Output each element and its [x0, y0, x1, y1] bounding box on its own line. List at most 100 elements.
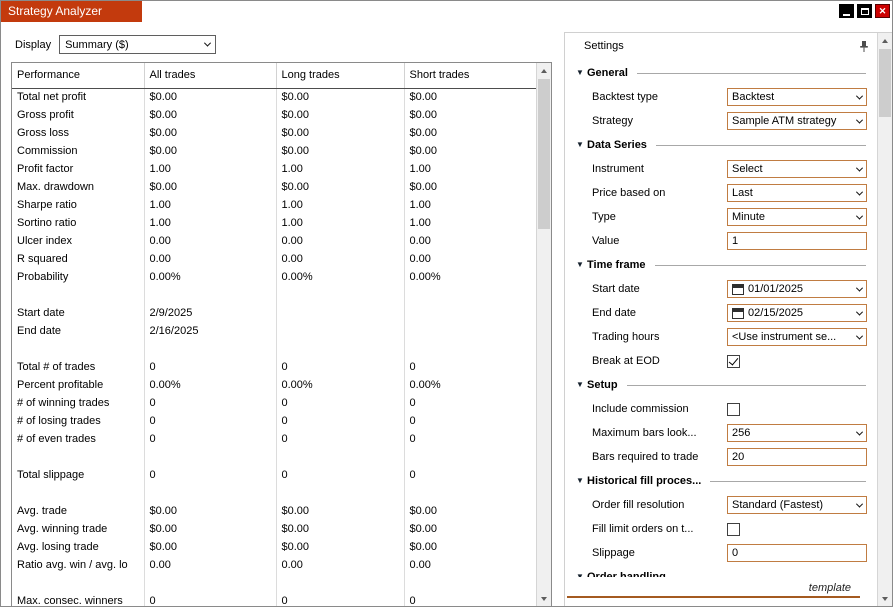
- close-icon: ✕: [879, 7, 887, 16]
- display-dropdown[interactable]: Summary ($): [59, 35, 216, 54]
- table-row: Total net profit$0.00$0.00$0.00: [12, 88, 536, 106]
- pin-icon[interactable]: [859, 40, 869, 53]
- row-value: 1.00: [404, 214, 536, 232]
- row-label: End date: [12, 322, 144, 340]
- break-at-eod-checkbox[interactable]: [727, 355, 740, 368]
- row-label: Sortino ratio: [12, 214, 144, 232]
- row-label: Probability: [12, 268, 144, 286]
- scrollbar-thumb[interactable]: [879, 49, 891, 117]
- setting-row-end-date: End date02/15/2025: [565, 301, 877, 325]
- order-fill-resolution-dropdown[interactable]: Standard (Fastest): [727, 496, 867, 514]
- trading-hours-dropdown[interactable]: <Use instrument se...: [727, 328, 867, 346]
- maximize-button[interactable]: [857, 4, 872, 18]
- row-label: Avg. winning trade: [12, 520, 144, 538]
- row-value: 0.00: [144, 250, 276, 268]
- close-button[interactable]: ✕: [875, 4, 890, 18]
- row-value: 1.00: [276, 214, 404, 232]
- row-label: Avg. trade: [12, 502, 144, 520]
- scroll-up-button[interactable]: [537, 63, 551, 78]
- type-dropdown[interactable]: Minute: [727, 208, 867, 226]
- table-row: End date2/16/2025: [12, 322, 536, 340]
- setting-label: Fill limit orders on t...: [592, 523, 727, 535]
- strategy-dropdown[interactable]: Sample ATM strategy: [727, 112, 867, 130]
- row-value: $0.00: [404, 124, 536, 142]
- bottom-divider: [567, 596, 860, 598]
- row-value: [276, 304, 404, 322]
- performance-table-body: Total net profit$0.00$0.00$0.00Gross pro…: [12, 88, 536, 607]
- row-label: Gross loss: [12, 124, 144, 142]
- table-scrollbar[interactable]: [536, 63, 551, 606]
- minimize-button[interactable]: [839, 4, 854, 18]
- table-row: Avg. winning trade$0.00$0.00$0.00: [12, 520, 536, 538]
- row-value: 0: [144, 358, 276, 376]
- maximum-bars-look-dropdown[interactable]: 256: [727, 424, 867, 442]
- row-value: $0.00: [404, 106, 536, 124]
- collapse-triangle-icon[interactable]: ▼: [576, 573, 587, 577]
- setting-row-start-date: Start date01/01/2025: [565, 277, 877, 301]
- row-label: Profit factor: [12, 160, 144, 178]
- table-header-row: Performance All trades Long trades Short…: [12, 63, 536, 88]
- table-row: # of winning trades000: [12, 394, 536, 412]
- row-value: $0.00: [276, 178, 404, 196]
- arrow-up-icon: [882, 39, 888, 43]
- scroll-down-button[interactable]: [537, 591, 551, 606]
- collapse-triangle-icon[interactable]: ▼: [576, 69, 587, 77]
- row-label: [12, 484, 144, 502]
- row-value: $0.00: [276, 142, 404, 160]
- bars-required-to-trade-input[interactable]: [727, 448, 867, 466]
- table-row: Commission$0.00$0.00$0.00: [12, 142, 536, 160]
- dropdown-value: Select: [732, 163, 852, 175]
- value-input[interactable]: [727, 232, 867, 250]
- collapse-triangle-icon[interactable]: ▼: [576, 477, 587, 485]
- chevron-down-icon: [856, 164, 863, 171]
- settings-scrollbar[interactable]: [877, 33, 892, 606]
- start-date-dropdown[interactable]: 01/01/2025: [727, 280, 867, 298]
- row-value: 0: [404, 412, 536, 430]
- arrow-up-icon: [541, 69, 547, 73]
- backtest-type-dropdown[interactable]: Backtest: [727, 88, 867, 106]
- row-value: 0: [404, 466, 536, 484]
- price-based-on-dropdown[interactable]: Last: [727, 184, 867, 202]
- setting-label: Price based on: [592, 187, 727, 199]
- include-commission-checkbox[interactable]: [727, 403, 740, 416]
- collapse-triangle-icon[interactable]: ▼: [576, 141, 587, 149]
- row-value: [404, 304, 536, 322]
- row-value: 0: [144, 466, 276, 484]
- section-label: Order handling: [587, 571, 666, 577]
- row-label: R squared: [12, 250, 144, 268]
- column-header-performance[interactable]: Performance: [12, 63, 144, 88]
- fill-limit-orders-on-t-checkbox[interactable]: [727, 523, 740, 536]
- collapse-triangle-icon[interactable]: ▼: [576, 261, 587, 269]
- row-value: $0.00: [276, 502, 404, 520]
- column-header-short-trades[interactable]: Short trades: [404, 63, 536, 88]
- row-label: Ratio avg. win / avg. lo: [12, 556, 144, 574]
- row-value: 0: [276, 592, 404, 607]
- row-label: Start date: [12, 304, 144, 322]
- setting-row-fill-limit-orders-on-t: Fill limit orders on t...: [565, 517, 877, 541]
- setting-label: Type: [592, 211, 727, 223]
- instrument-dropdown[interactable]: Select: [727, 160, 867, 178]
- end-date-dropdown[interactable]: 02/15/2025: [727, 304, 867, 322]
- scroll-down-button[interactable]: [878, 591, 892, 606]
- dropdown-value: Standard (Fastest): [732, 499, 852, 511]
- setting-row-trading-hours: Trading hours<Use instrument se...: [565, 325, 877, 349]
- table-row: Gross loss$0.00$0.00$0.00: [12, 124, 536, 142]
- table-row: R squared0.000.000.00: [12, 250, 536, 268]
- dropdown-value: 256: [732, 427, 852, 439]
- slippage-input[interactable]: [727, 544, 867, 562]
- table-row: Avg. losing trade$0.00$0.00$0.00: [12, 538, 536, 556]
- row-value: 1.00: [144, 214, 276, 232]
- row-label: # of even trades: [12, 430, 144, 448]
- scrollbar-thumb[interactable]: [538, 79, 550, 229]
- column-header-all-trades[interactable]: All trades: [144, 63, 276, 88]
- column-header-long-trades[interactable]: Long trades: [276, 63, 404, 88]
- scroll-up-button[interactable]: [878, 33, 892, 48]
- table-row: Total slippage000: [12, 466, 536, 484]
- section-order-handling: ▼Order handling: [565, 565, 877, 577]
- table-row: [12, 286, 536, 304]
- row-value: 0: [276, 358, 404, 376]
- dropdown-value: Last: [732, 187, 852, 199]
- row-value: [276, 340, 404, 358]
- collapse-triangle-icon[interactable]: ▼: [576, 381, 587, 389]
- section-divider: [710, 481, 866, 482]
